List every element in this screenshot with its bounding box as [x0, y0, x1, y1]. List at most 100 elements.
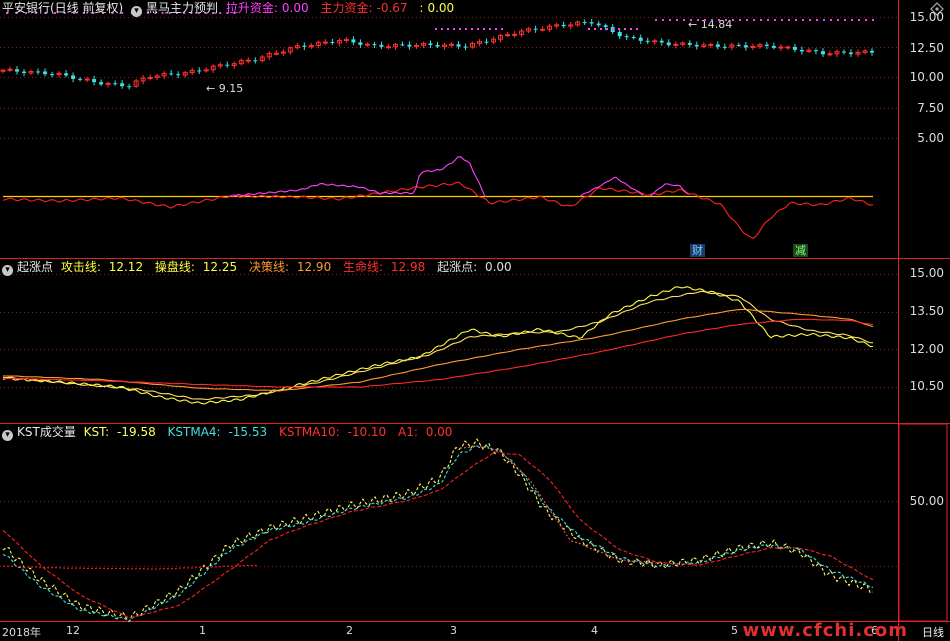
- pane1-item-2: :0.00: [419, 1, 455, 15]
- candle-body: [743, 45, 748, 48]
- signal-dot: [830, 19, 832, 21]
- lift-fund-line: [229, 156, 486, 198]
- candle-body: [799, 49, 804, 52]
- pane1-legend: 平安银行(日线 前复权) ▾ 黑马主力预判 拉升资金: 0.00 主力资金: -0.6…: [2, 0, 462, 17]
- signal-dot: [753, 19, 755, 21]
- signal-dot: [495, 28, 497, 30]
- candle-body: [666, 42, 671, 46]
- signal-dot: [872, 19, 874, 21]
- kstma10-line: [2, 451, 874, 619]
- candle-body: [645, 40, 650, 42]
- candle-body: [533, 28, 538, 30]
- candle-body: [322, 41, 328, 44]
- candle-body: [505, 34, 511, 37]
- candle-body: [428, 43, 433, 45]
- candle-body: [841, 51, 846, 53]
- candle-body: [0, 69, 6, 72]
- chart-frame: [0, 0, 950, 641]
- candle-body: [673, 43, 679, 46]
- candle-body: [687, 42, 692, 45]
- candle-body: [147, 76, 153, 79]
- main-fund-line: [2, 181, 874, 239]
- candle-body: [582, 22, 587, 24]
- trade-line: [2, 290, 874, 401]
- candle-body: [364, 43, 370, 46]
- signal-dot: [594, 28, 596, 30]
- candlesticks: [0, 18, 874, 90]
- candle-body: [764, 44, 769, 46]
- candle-body: [512, 33, 518, 36]
- candle-body: [22, 71, 27, 74]
- stock-title[interactable]: 平安银行(日线 前复权): [2, 1, 123, 15]
- candle-body: [15, 69, 20, 72]
- pane2-item-1: 操盘线: 12.25: [154, 260, 238, 274]
- candle-body: [84, 78, 90, 81]
- candle-body: [330, 42, 335, 44]
- signal-dot: [606, 28, 608, 30]
- candle-body: [631, 37, 636, 39]
- signal-dot: [612, 28, 614, 30]
- signal-dot: [844, 19, 846, 21]
- candle-body: [463, 46, 468, 48]
- candle-body: [273, 52, 279, 55]
- life-line: [2, 318, 874, 388]
- signal-dot: [760, 19, 762, 21]
- candle-body: [540, 28, 546, 31]
- signal-dot: [767, 19, 769, 21]
- candle-body: [78, 78, 83, 80]
- pane1-item-0: 拉升资金: 0.00: [225, 1, 309, 15]
- candle-body: [715, 44, 720, 47]
- candle-body: [736, 44, 741, 46]
- pane2-item-4: 起涨点: 0.00: [437, 260, 512, 274]
- signal-dot: [600, 28, 602, 30]
- signal-dot: [711, 19, 713, 21]
- signal-dot: [851, 19, 853, 21]
- candle-body: [400, 44, 405, 46]
- signal-dot: [662, 19, 664, 21]
- volume-box: [898, 423, 948, 622]
- candle-body: [708, 43, 714, 46]
- candle-body: [827, 53, 833, 56]
- signal-dot: [690, 19, 692, 21]
- kstma4-line: [2, 445, 873, 622]
- candle-body: [484, 41, 489, 43]
- pane1-indicator-name[interactable]: 黑马主力预判: [146, 1, 218, 15]
- signal-dot: [435, 28, 437, 30]
- signal-dot: [697, 19, 699, 21]
- pane3-item-2: KSTMA10: -10.10: [278, 425, 387, 439]
- candle-body: [253, 60, 258, 62]
- candle-body: [771, 45, 776, 48]
- indicator-menu-icon[interactable]: ▾: [2, 430, 13, 441]
- pane2-item-0: 攻击线: 12.12: [60, 260, 144, 274]
- candle-body: [385, 46, 391, 49]
- signal-dot: [655, 19, 657, 21]
- candle-body: [225, 64, 230, 66]
- signal-dot: [774, 19, 776, 21]
- candle-body: [379, 44, 384, 47]
- candle-body: [722, 46, 727, 48]
- pane2-item-3: 生命线: 12.98: [343, 260, 426, 274]
- candle-body: [372, 44, 377, 46]
- signal-dot: [477, 28, 479, 30]
- candle-body: [43, 71, 48, 75]
- signal-dot: [465, 28, 467, 30]
- signal-dot: [816, 19, 818, 21]
- signal-dot: [624, 28, 626, 30]
- signal-dot: [746, 19, 748, 21]
- pane3-indicator-name[interactable]: KST成交量: [17, 425, 76, 439]
- signal-dot: [501, 28, 503, 30]
- indicator-menu-icon[interactable]: ▾: [131, 6, 143, 17]
- indicator-menu-icon[interactable]: ▾: [2, 265, 13, 276]
- chart-canvas[interactable]: [0, 0, 950, 641]
- candle-body: [589, 22, 594, 24]
- signal-dot: [718, 19, 720, 21]
- pane2-indicator-name[interactable]: 起涨点: [17, 260, 53, 274]
- signal-dot: [795, 19, 797, 21]
- candle-body: [638, 37, 643, 41]
- candle-body: [176, 74, 181, 76]
- candle-body: [617, 32, 622, 37]
- signal-dot: [683, 19, 685, 21]
- signal-dot: [809, 19, 811, 21]
- candle-body: [792, 46, 797, 50]
- signal-dot: [453, 28, 455, 30]
